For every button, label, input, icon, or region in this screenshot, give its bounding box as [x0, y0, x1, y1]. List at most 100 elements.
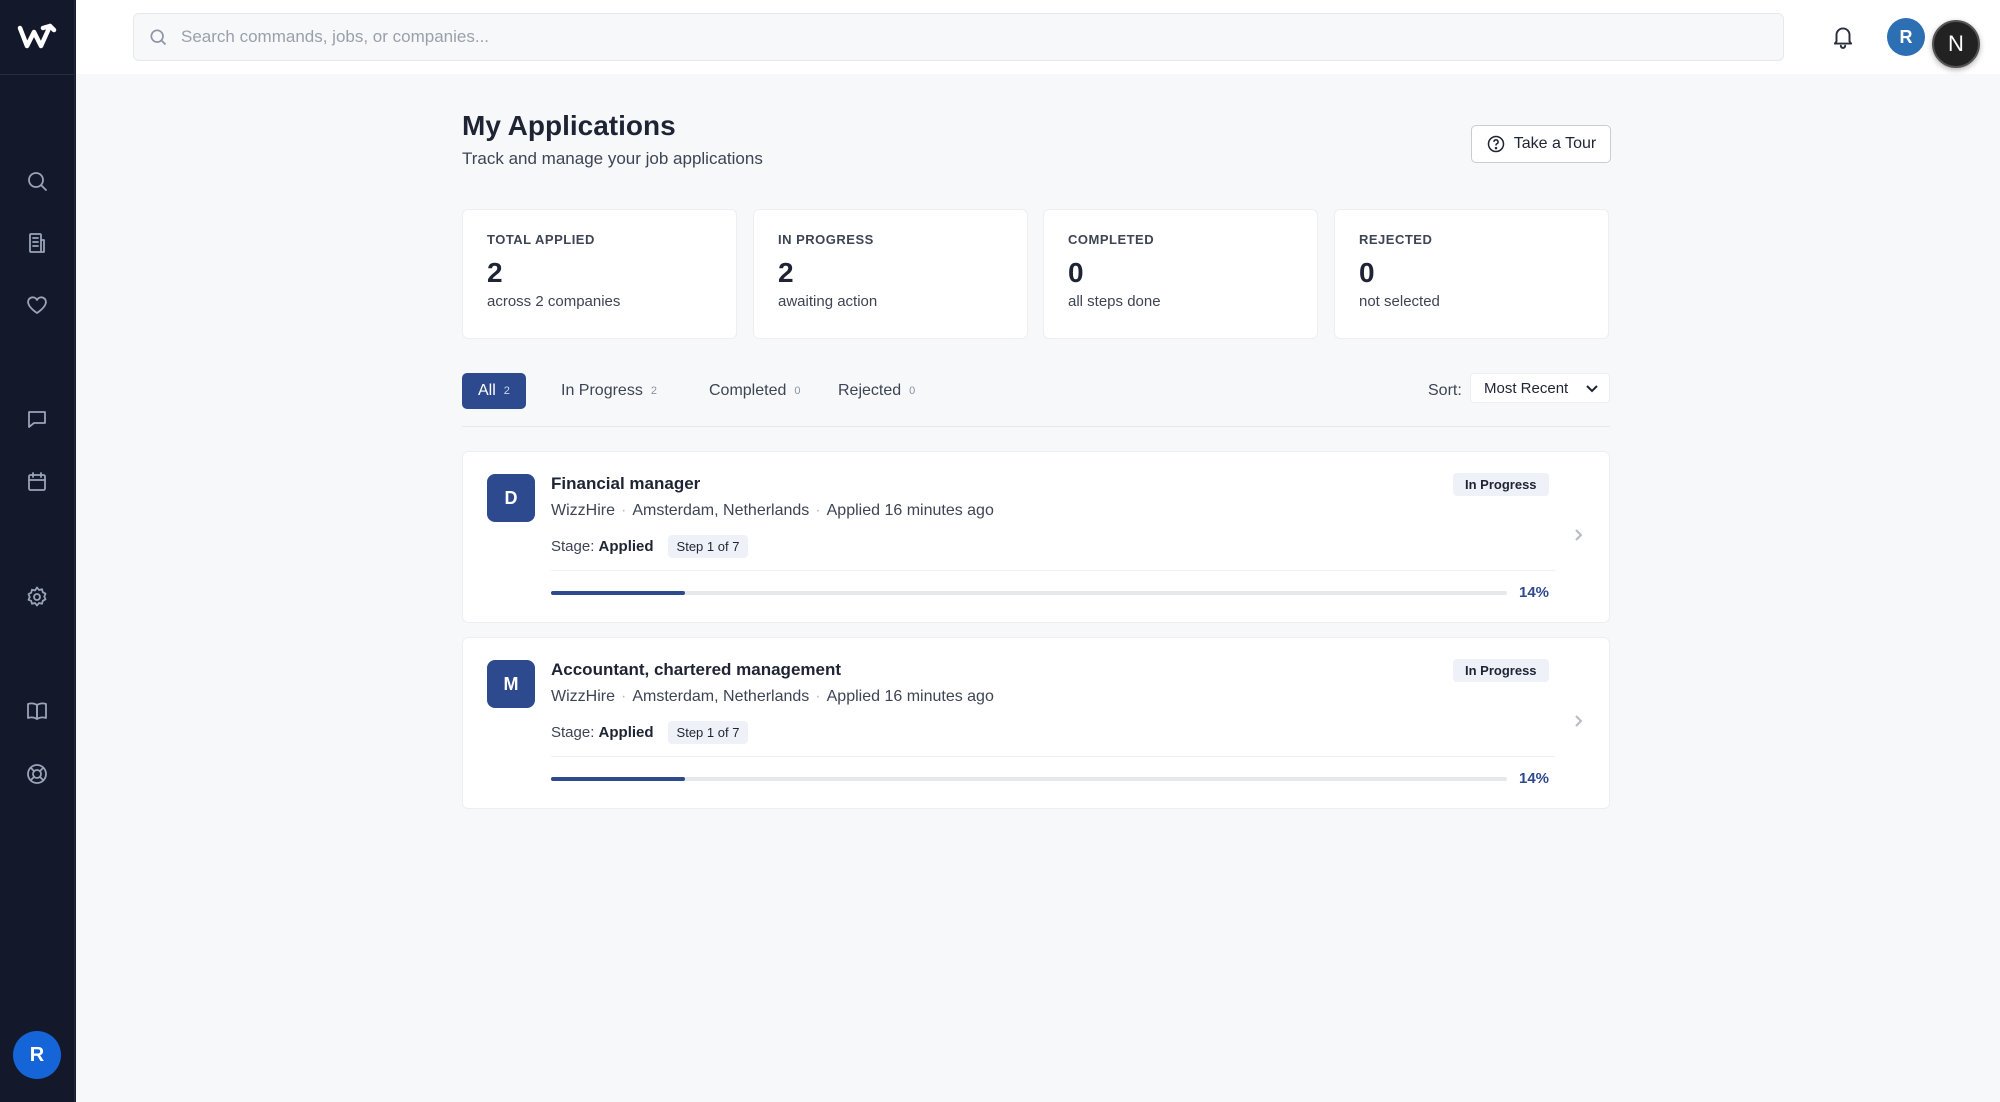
tab-count: 2: [650, 385, 657, 397]
filter-tabs: All 2 In Progress 2 Completed 0 Rejected…: [462, 373, 1610, 413]
progress-percent: 14%: [1519, 770, 1550, 787]
book-icon[interactable]: [24, 698, 50, 724]
job-title: Financial manager: [551, 474, 701, 493]
separator-dot: ·: [621, 688, 627, 705]
top-bar: R N: [76, 0, 2000, 74]
stage-text: Stage: Applied: [551, 538, 654, 555]
stat-total-applied: TOTAL APPLIED 2 across 2 companies: [462, 209, 737, 339]
stat-value: 2: [778, 257, 794, 288]
stat-note: all steps done: [1068, 293, 1161, 310]
application-card[interactable]: D Financial manager WizzHire · Amsterdam…: [462, 451, 1610, 623]
progress-bar: [551, 777, 1507, 781]
sidebar-user-avatar[interactable]: R: [13, 1031, 61, 1079]
tab-count: 0: [909, 385, 916, 397]
page-subtitle: Track and manage your job applications: [462, 149, 763, 168]
chevron-down-icon: [1586, 385, 1598, 393]
card-divider: [551, 756, 1555, 757]
stat-label: REJECTED: [1359, 232, 1433, 247]
tab-all[interactable]: All 2: [462, 373, 526, 409]
step-pill: Step 1 of 7: [667, 721, 749, 744]
tab-count: 2: [503, 385, 510, 397]
search-icon[interactable]: [24, 168, 50, 194]
tab-count: 0: [794, 385, 801, 397]
chevron-right-icon: [1571, 528, 1585, 542]
stat-rejected: REJECTED 0 not selected: [1334, 209, 1609, 339]
sort-value: Most Recent: [1484, 379, 1569, 397]
card-divider: [551, 570, 1555, 571]
help-circle-icon: [1487, 135, 1505, 153]
stage-label: Stage:: [551, 724, 595, 741]
main-area: R N My Applications Track and manage you…: [76, 0, 2000, 1102]
take-tour-button[interactable]: Take a Tour: [1471, 125, 1611, 163]
separator-dot: ·: [621, 502, 627, 519]
company-name: WizzHire: [551, 688, 615, 705]
tab-label: Rejected: [838, 382, 902, 399]
progress-fill: [551, 777, 685, 781]
stat-label: IN PROGRESS: [778, 232, 874, 247]
user-avatar[interactable]: R: [1887, 18, 1925, 56]
tab-label: Completed: [709, 382, 787, 399]
applied-time: Applied 16 minutes ago: [826, 688, 994, 705]
applied-time: Applied 16 minutes ago: [826, 502, 994, 519]
applications-content: My Applications Track and manage your jo…: [462, 110, 1611, 809]
application-card[interactable]: M Accountant, chartered management WizzH…: [462, 637, 1610, 809]
company-name: WizzHire: [551, 502, 615, 519]
progress-fill: [551, 591, 685, 595]
n-badge[interactable]: N: [1932, 20, 1980, 68]
progress-percent: 14%: [1519, 584, 1550, 601]
take-tour-label: Take a Tour: [1513, 135, 1597, 152]
search-icon: [148, 27, 168, 47]
stat-value: 0: [1359, 257, 1375, 288]
status-badge: In Progress: [1453, 473, 1549, 496]
tab-label: All: [478, 382, 496, 399]
stage-value: Applied: [598, 538, 654, 555]
stat-note: not selected: [1359, 293, 1440, 310]
chat-icon[interactable]: [24, 406, 50, 432]
tabs-divider: [462, 426, 1610, 427]
job-meta: WizzHire · Amsterdam, Netherlands · Appl…: [551, 688, 994, 706]
building-icon[interactable]: [24, 230, 50, 256]
gear-icon[interactable]: [24, 584, 50, 610]
stat-value: 0: [1068, 257, 1084, 288]
heart-icon[interactable]: [24, 292, 50, 318]
separator-dot: ·: [815, 502, 821, 519]
separator-dot: ·: [815, 688, 821, 705]
company-avatar: D: [487, 474, 535, 522]
stat-value: 2: [487, 257, 503, 288]
tab-in-progress[interactable]: In Progress 2: [545, 373, 673, 409]
sidebar-divider: [0, 74, 75, 75]
search-input[interactable]: [181, 27, 1681, 47]
tab-rejected[interactable]: Rejected 0: [822, 373, 931, 409]
chevron-right-icon: [1571, 714, 1585, 728]
search-bar[interactable]: [133, 13, 1784, 61]
job-meta: WizzHire · Amsterdam, Netherlands · Appl…: [551, 502, 994, 520]
stat-label: TOTAL APPLIED: [487, 232, 595, 247]
tab-completed[interactable]: Completed 0: [693, 373, 817, 409]
stage-value: Applied: [598, 724, 654, 741]
stat-label: COMPLETED: [1068, 232, 1155, 247]
job-location: Amsterdam, Netherlands: [632, 688, 810, 705]
sort-label: Sort:: [1428, 382, 1462, 399]
page-title: My Applications: [462, 110, 676, 141]
stage-row: Stage: Applied Step 1 of 7: [551, 721, 749, 744]
stage-text: Stage: Applied: [551, 724, 654, 741]
stage-label: Stage:: [551, 538, 595, 555]
stat-note: awaiting action: [778, 293, 878, 310]
calendar-icon[interactable]: [24, 469, 50, 495]
status-badge: In Progress: [1453, 659, 1549, 682]
bell-icon[interactable]: [1830, 23, 1856, 51]
stat-in-progress: IN PROGRESS 2 awaiting action: [753, 209, 1028, 339]
company-avatar: M: [487, 660, 535, 708]
stage-row: Stage: Applied Step 1 of 7: [551, 535, 749, 558]
logo-icon[interactable]: [17, 20, 57, 52]
progress-bar: [551, 591, 1507, 595]
lifebuoy-icon[interactable]: [24, 761, 50, 787]
stat-note: across 2 companies: [487, 293, 621, 310]
sort-select[interactable]: Most Recent: [1470, 373, 1610, 403]
stats-row: TOTAL APPLIED 2 across 2 companies IN PR…: [462, 209, 1610, 339]
job-location: Amsterdam, Netherlands: [632, 502, 810, 519]
step-pill: Step 1 of 7: [667, 535, 749, 558]
sidebar: R: [0, 0, 75, 1102]
tab-label: In Progress: [561, 382, 643, 399]
job-title: Accountant, chartered management: [551, 660, 842, 679]
